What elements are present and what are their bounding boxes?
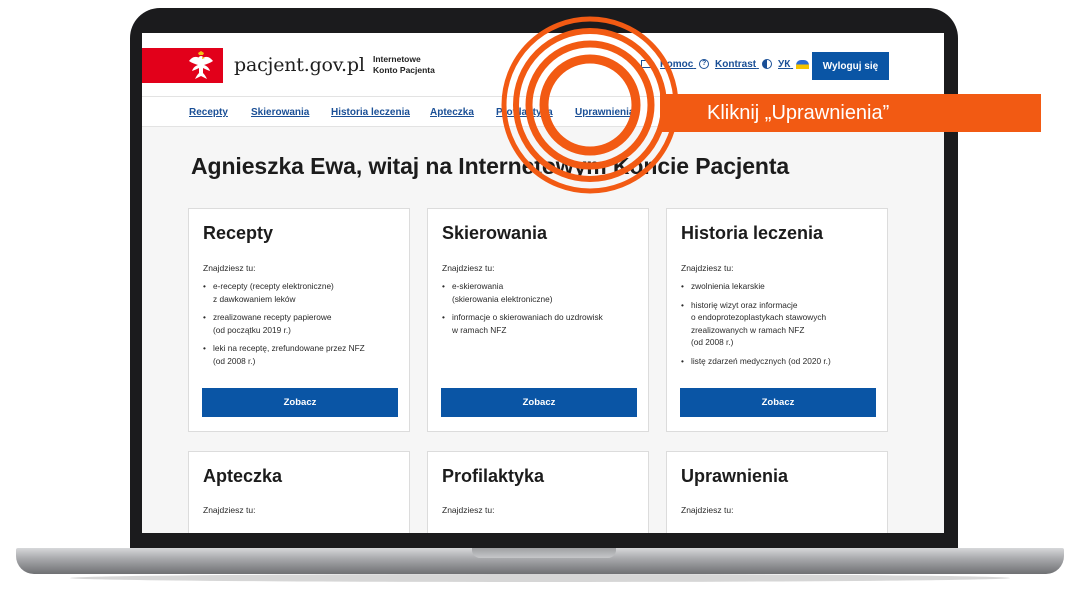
card-profilaktyka: Profilaktyka Znajdziesz tu: [427,451,649,533]
contrast-icon [761,59,772,70]
ukrainian-language-link[interactable]: УК [778,59,810,70]
site-subtitle-line: Internetowe [373,54,421,64]
card-title: Recepty [203,223,274,243]
contrast-link-label: Kontrast [715,59,757,70]
target-rings-icon [501,16,679,194]
list-item-line: o endoprotezoplastykach stawowych [691,312,827,322]
list-item-line: (od początku 2019 r.) [213,324,291,335]
list-item: leki na receptę, zrefundowane przez NFZ (… [203,342,403,367]
nav-item-skierowania[interactable]: Skierowania [251,107,309,118]
list-item-line: e-recepty (recepty elektroniczne) [213,281,334,291]
skierowania-see-button[interactable]: Zobacz [441,388,637,417]
card-intro: Znajdziesz tu: [203,505,256,515]
list-item: e-recepty (recepty elektroniczne) z dawko… [203,280,403,305]
card-list: zwolnienia lekarskie historię wizyt oraz… [681,280,881,373]
ukrainian-language-label: УК [778,59,791,70]
site-subtitle-line: Konto Pacjenta [373,65,435,75]
list-item-line: z dawkowaniem leków [213,293,296,304]
card-historia-leczenia: Historia leczenia Znajdziesz tu: zwolnie… [666,208,888,432]
contrast-link[interactable]: Kontrast [715,59,772,70]
card-intro: Znajdziesz tu: [442,263,495,273]
list-item-line: zwolnienia lekarskie [691,281,765,291]
list-item-line: (od 2008 r.) [213,355,256,366]
ukraine-flag-icon [796,59,810,69]
card-uprawnienia: Uprawnienia Znajdziesz tu: [666,451,888,533]
instruction-callout: Kliknij „Uprawnienia” [660,94,1041,132]
card-title: Historia leczenia [681,223,824,243]
logo-banner[interactable] [142,48,223,83]
list-item: informacje o skierowaniach do uzdrowisk w… [442,311,642,336]
historia-see-button[interactable]: Zobacz [680,388,876,417]
list-item-line: zrealizowane recepty papierowe [213,312,332,322]
card-title: Apteczka [203,466,283,486]
list-item-line: w ramach NFZ [452,324,507,335]
card-intro: Znajdziesz tu: [203,263,256,273]
card-skierowania: Skierowania Znajdziesz tu: e-skierowania… [427,208,649,432]
card-title: Profilaktyka [442,466,545,486]
help-icon: ? [699,59,710,70]
list-item: zrealizowane recepty papierowe (od począt… [203,311,403,336]
list-item-line: (od 2008 r.) [691,337,734,347]
nav-item-apteczka[interactable]: Apteczka [430,107,474,118]
card-list: e-skierowania (skierowania elektroniczne)… [442,280,642,342]
site-name[interactable]: pacjent.gov.pl [234,54,365,76]
white-eagle-icon [189,51,213,79]
site-subtitle: Internetowe Konto Pacjenta [373,54,453,76]
list-item-line: listę zdarzeń medycznych (od 2020 r.) [691,355,831,366]
card-intro: Znajdziesz tu: [442,505,495,515]
list-item: zwolnienia lekarskie [681,280,881,293]
nav-item-historia-leczenia[interactable]: Historia leczenia [331,107,410,118]
nav-item-recepty[interactable]: Recepty [189,107,228,118]
list-item-line: (skierowania elektroniczne) [452,293,553,304]
logout-button[interactable]: Wyloguj się [812,52,889,80]
card-recepty: Recepty Znajdziesz tu: e-recepty (recept… [188,208,410,432]
laptop-notch [472,548,616,558]
card-list: e-recepty (recepty elektroniczne) z dawko… [203,280,403,373]
laptop-shadow [70,574,1010,582]
recepty-see-button[interactable]: Zobacz [202,388,398,417]
card-title: Uprawnienia [681,466,789,486]
list-item-line: informacje o skierowaniach do uzdrowisk [452,312,603,322]
list-item: historię wizyt oraz informacje o endoprot… [681,299,881,349]
list-item-line: e-skierowania [452,281,504,291]
card-intro: Znajdziesz tu: [681,505,734,515]
list-item: listę zdarzeń medycznych (od 2020 r.) [681,355,881,368]
list-item: e-skierowania (skierowania elektroniczne) [442,280,642,305]
list-item-line: leki na receptę, zrefundowane przez NFZ [213,343,365,353]
instruction-callout-text: Kliknij „Uprawnienia” [707,102,890,124]
list-item-line: zrealizowanych w ramach NFZ [691,324,805,335]
card-title: Skierowania [442,223,548,243]
card-intro: Znajdziesz tu: [681,263,734,273]
list-item-line: historię wizyt oraz informacje [691,299,798,310]
card-apteczka: Apteczka Znajdziesz tu: [188,451,410,533]
page-title: Agnieszka Ewa, witaj na Internetowym Kon… [191,153,790,179]
